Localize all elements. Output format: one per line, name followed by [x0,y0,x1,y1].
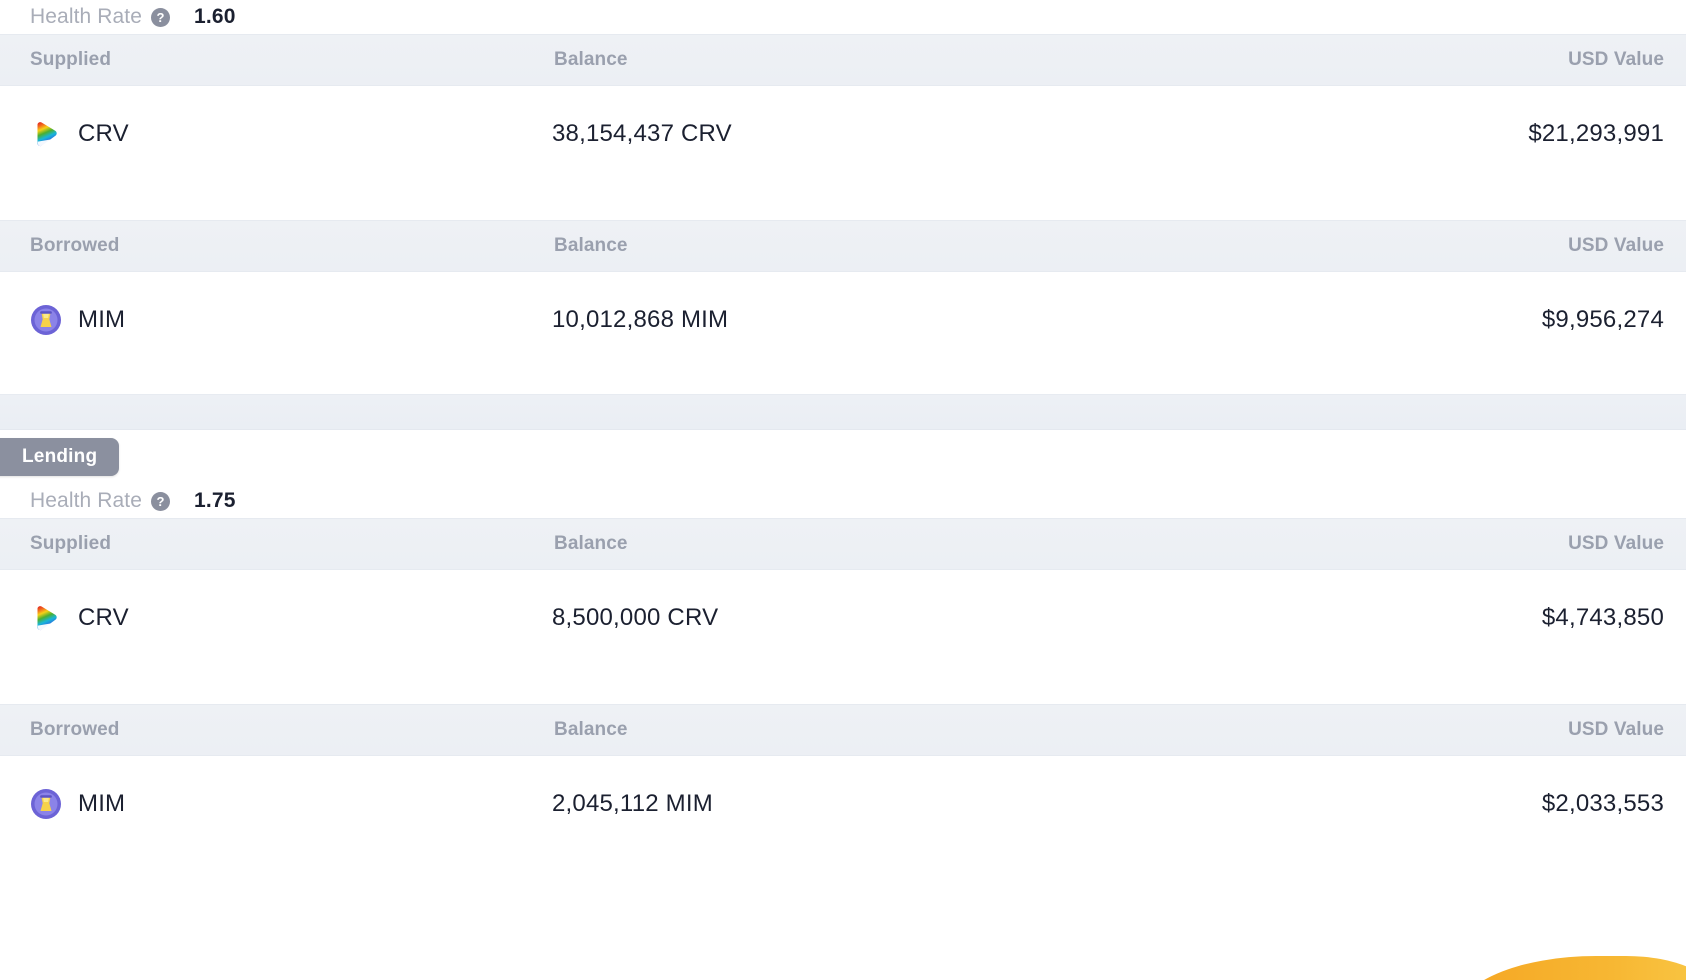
health-rate-row-2: Health Rate ? 1.75 [0,484,1686,518]
asset-symbol: MIM [78,306,126,333]
section-spacer [0,182,1686,220]
balance-cell: 38,154,437 CRV [552,120,732,147]
column-header-balance: Balance [554,533,628,554]
question-mark-icon[interactable]: ? [151,7,170,27]
asset-cell: CRV [0,602,540,634]
column-header-supplied: Supplied [30,49,112,70]
table-header-row: Supplied Balance USD Value [0,518,1686,570]
lending-badge[interactable]: Lending [0,438,120,476]
crv-coin-icon [37,122,57,147]
orange-accent-shape [1456,956,1686,980]
asset-symbol: MIM [78,790,126,817]
column-header-borrowed: Borrowed [30,719,120,740]
column-header-usd-value: USD Value [1568,719,1664,740]
usd-value-cell: $2,033,553 [1541,790,1664,817]
column-header-usd-value: USD Value [1568,533,1664,554]
balance-cell: 10,012,868 MIM [552,306,729,333]
table-header-row: Borrowed Balance USD Value [0,220,1686,272]
mim-coin-icon [31,305,61,335]
lending-positions-page: Health Rate ? 1.60 Supplied Balance USD … [0,0,1686,980]
section-separator-band [0,394,1686,430]
table-row[interactable]: MIM 10,012,868 MIM $9,956,274 [0,272,1686,368]
table-header-row: Borrowed Balance USD Value [0,704,1686,756]
section-spacer [0,368,1686,394]
health-rate-value: 1.75 [194,489,236,512]
position-section-2: Lending Health Rate ? 1.75 Supplied Bala… [0,430,1686,852]
health-rate-label: Health Rate [30,489,142,512]
balance-cell: 2,045,112 MIM [552,790,713,817]
section-spacer [0,666,1686,704]
crv-coin-icon [37,606,57,631]
column-header-usd-value: USD Value [1568,235,1664,256]
asset-cell: MIM [0,788,540,820]
asset-symbol: CRV [78,120,129,147]
column-header-borrowed: Borrowed [30,235,120,256]
asset-cell: CRV [0,118,540,150]
asset-symbol: CRV [78,604,129,631]
column-header-supplied: Supplied [30,533,112,554]
table-row[interactable]: MIM 2,045,112 MIM $2,033,553 [0,756,1686,852]
usd-value-cell: $4,743,850 [1541,604,1664,631]
table-header-row: Supplied Balance USD Value [0,34,1686,86]
position-section-1: Health Rate ? 1.60 Supplied Balance USD … [0,0,1686,368]
column-header-usd-value: USD Value [1568,49,1664,70]
usd-value-cell: $9,956,274 [1541,306,1664,333]
column-header-balance: Balance [554,235,628,256]
lending-badge-wrap: Lending [0,430,1686,484]
borrowed-table-2: Borrowed Balance USD Value MIM 2,045,112… [0,704,1686,852]
question-mark-icon[interactable]: ? [151,491,170,511]
mim-coin-icon [31,789,61,819]
table-row[interactable]: CRV 38,154,437 CRV $21,293,991 [0,86,1686,182]
supplied-table-1: Supplied Balance USD Value CRV 38,154,43… [0,34,1686,182]
table-row[interactable]: CRV 8,500,000 CRV $4,743,850 [0,570,1686,666]
health-rate-label: Health Rate [30,5,142,28]
health-rate-value: 1.60 [194,5,236,28]
usd-value-cell: $21,293,991 [1528,120,1664,147]
borrowed-table-1: Borrowed Balance USD Value MIM 10,012,86… [0,220,1686,368]
column-header-balance: Balance [554,719,628,740]
column-header-balance: Balance [554,49,628,70]
balance-cell: 8,500,000 CRV [552,604,719,631]
health-rate-row-1: Health Rate ? 1.60 [0,0,1686,34]
supplied-table-2: Supplied Balance USD Value CRV 8,500,000… [0,518,1686,666]
asset-cell: MIM [0,304,540,336]
